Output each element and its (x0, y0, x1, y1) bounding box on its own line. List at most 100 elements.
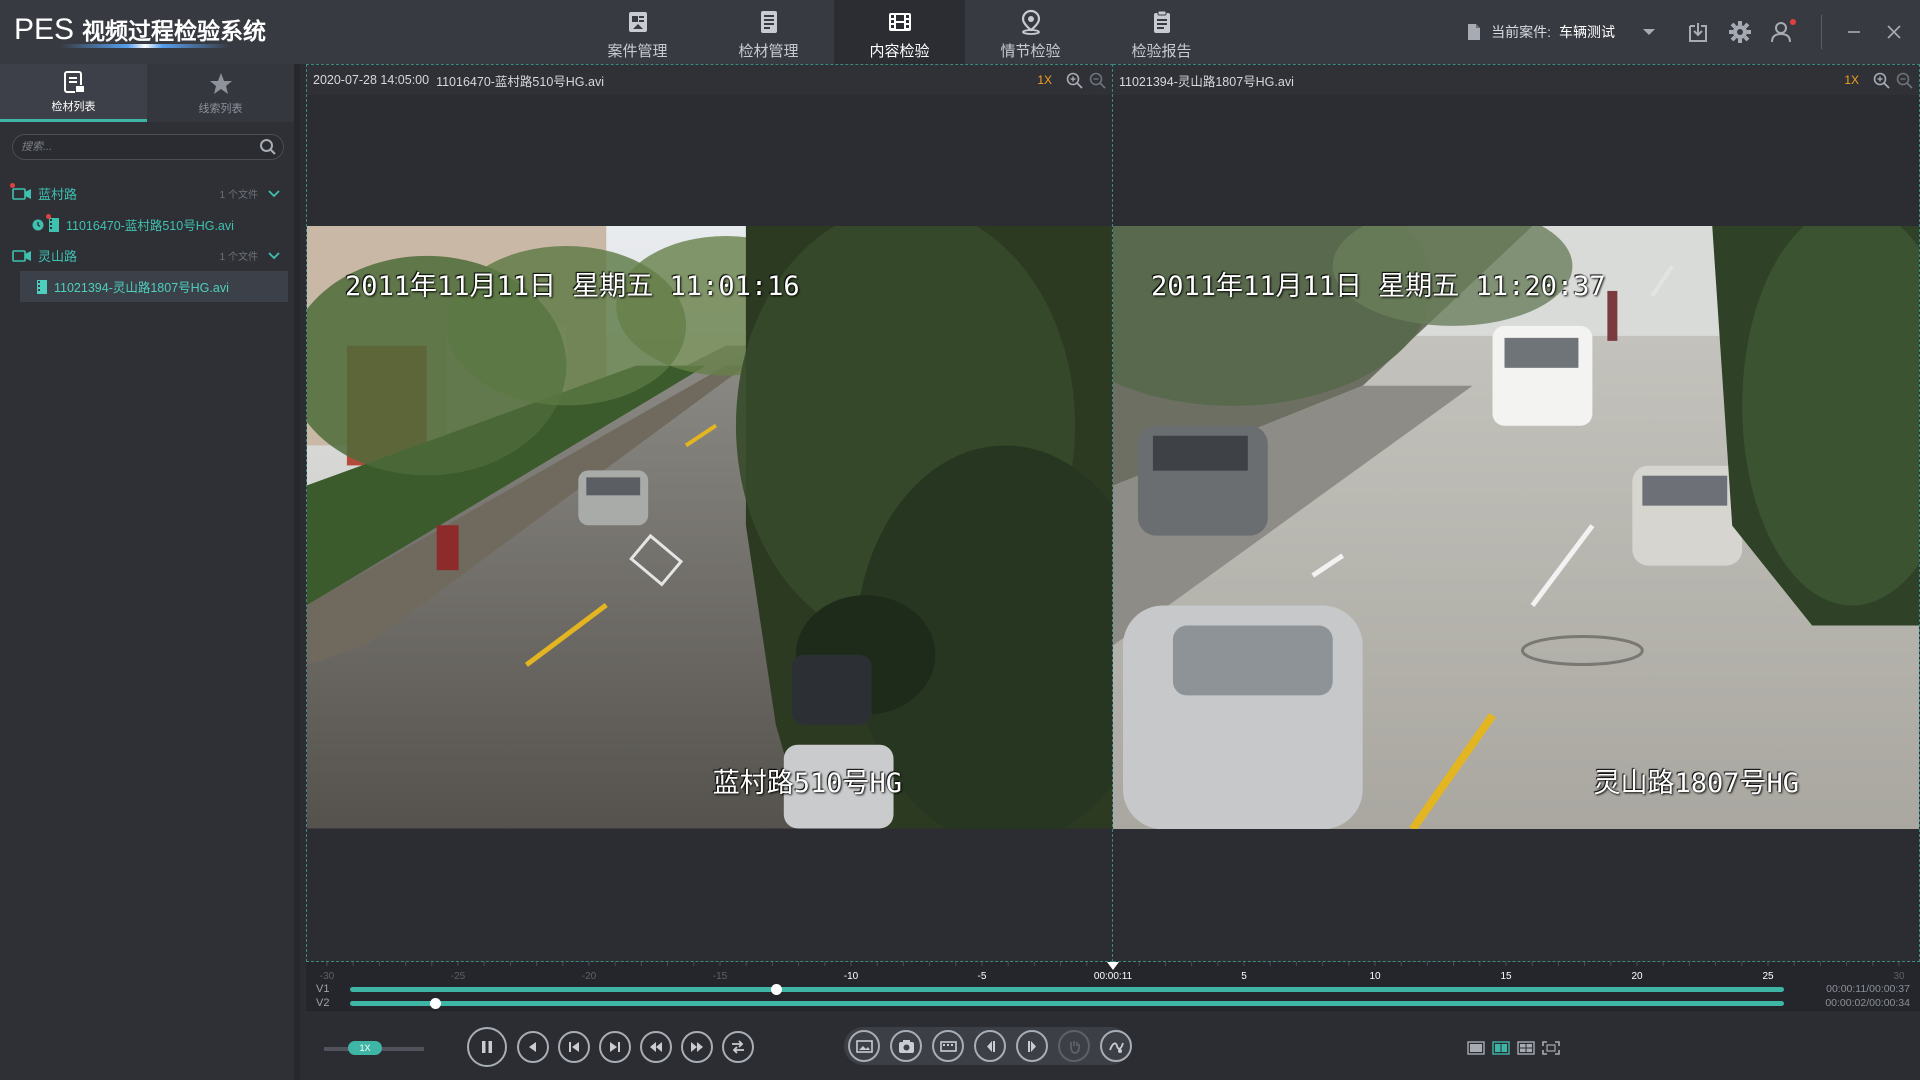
export-icon (1689, 23, 1707, 42)
tree-file-selected[interactable]: 11021394-灵山路1807号HG.avi (20, 271, 288, 302)
chevron-down-icon[interactable] (268, 189, 280, 198)
close-icon (1887, 25, 1901, 39)
group-count: 1 个文件 (219, 252, 258, 263)
minimize-icon (1848, 31, 1860, 33)
video-pane-left[interactable]: 2020-07-28 14:05:00 11016470-蓝村路510号HG.a… (306, 64, 1113, 962)
location-icon (1021, 9, 1040, 35)
gear-icon (1729, 21, 1751, 43)
group-name: 灵山路 (38, 249, 78, 264)
zoom-level: 1X (1037, 73, 1052, 87)
tree-file[interactable]: 11016470-蓝村路510号HG.avi (0, 209, 294, 240)
fast-forward-icon (691, 1042, 703, 1052)
layout-single-button[interactable] (1467, 1041, 1485, 1055)
timeline-ruler[interactable]: -30 -25 -20 -15 -10 -5 00:00:11 5 10 15 20 25 30 (306, 962, 1920, 982)
main-nav: 案件管理 检材管理 内容检验 情节检验 检验报告 (572, 0, 1227, 64)
clip-button[interactable] (932, 1030, 964, 1062)
zoom-in-icon[interactable] (1873, 72, 1890, 89)
layout-double-button[interactable] (1492, 1041, 1510, 1055)
sidebar: 检材列表 线索列表 蓝村路 1 个文件 11016470-蓝村路510号HG.a… (0, 64, 300, 1080)
prev-frame-icon (569, 1042, 579, 1052)
image-icon (855, 1039, 873, 1053)
video-pane-right[interactable]: 11021394-灵山路1807号HG.avi 1X 2011年11月11日 星… (1113, 64, 1920, 962)
track-knob[interactable] (770, 983, 782, 995)
group-name: 蓝村路 (38, 187, 78, 202)
zoom-out-icon[interactable] (1896, 72, 1913, 89)
mark-out-button[interactable] (1016, 1030, 1048, 1062)
file-name: 11016470-蓝村路510号HG.avi (66, 219, 234, 233)
nav-label: 情节检验 (1000, 43, 1061, 60)
export-button[interactable] (1686, 20, 1710, 44)
track-v2-row: V2 00:00:02/00:00:34 (306, 996, 1920, 1010)
rewind-icon (650, 1042, 662, 1052)
case-icon (628, 12, 647, 32)
pane-title-bar: 11021394-灵山路1807号HG.avi 1X (1113, 65, 1919, 95)
snapshot-gallery-button[interactable] (848, 1030, 880, 1062)
nav-case-management[interactable]: 案件管理 (572, 0, 703, 64)
ruler-tick-label: -5 (977, 971, 987, 982)
user-button[interactable] (1770, 19, 1796, 44)
tree-group-lancun[interactable]: 蓝村路 1 个文件 (0, 178, 294, 209)
chevron-down-icon (1643, 29, 1655, 35)
chevron-down-icon[interactable] (268, 251, 280, 260)
track-bar[interactable] (350, 983, 1784, 995)
material-icon (760, 11, 777, 33)
zoom-out-icon[interactable] (1089, 72, 1106, 89)
prev-frame-button[interactable] (558, 1031, 590, 1063)
video-frame-right[interactable]: 2011年11月11日 星期五 11:20:37 灵山路1807号HG (1113, 226, 1919, 830)
clock-icon (32, 219, 44, 230)
nav-plot-inspection[interactable]: 情节检验 (965, 0, 1096, 64)
rewind-button[interactable] (640, 1031, 672, 1063)
nav-material-management[interactable]: 检材管理 (703, 0, 834, 64)
pane-title-bar: 2020-07-28 14:05:00 11016470-蓝村路510号HG.a… (307, 65, 1112, 95)
sidebar-tabs: 检材列表 线索列表 (0, 64, 294, 122)
minimize-button[interactable] (1834, 12, 1874, 52)
search-input[interactable] (21, 141, 259, 153)
mark-in-button[interactable] (974, 1030, 1006, 1062)
tab-material-list[interactable]: 检材列表 (0, 64, 147, 122)
screenshot-button[interactable] (890, 1030, 922, 1062)
close-button[interactable] (1874, 12, 1914, 52)
next-frame-button[interactable] (599, 1031, 631, 1063)
layout-quad-button[interactable] (1517, 1041, 1535, 1055)
nav-content-inspection[interactable]: 内容检验 (834, 0, 965, 64)
hand-tool-button[interactable] (1058, 1030, 1090, 1062)
track-name: V2 (316, 997, 330, 1009)
file-name: 11021394-灵山路1807号HG.avi (54, 281, 229, 295)
nav-label: 检材管理 (738, 43, 799, 60)
logo-glow (60, 44, 230, 48)
current-case: 当前案件: (1467, 22, 1551, 42)
track-name: V1 (316, 983, 330, 995)
ruler-tick-label: -20 (581, 971, 597, 982)
layout-quad-icon (1517, 1041, 1535, 1055)
ruler-tick-label: 15 (1500, 971, 1512, 982)
track-knob[interactable] (429, 997, 441, 1009)
nav-label: 检验报告 (1131, 43, 1192, 60)
pause-button[interactable] (467, 1027, 507, 1067)
track-bar[interactable] (350, 997, 1784, 1009)
tree-group-lingshan[interactable]: 灵山路 1 个文件 (0, 240, 294, 271)
track-time: 00:00:02/00:00:34 (1825, 997, 1910, 1009)
nav-inspection-report[interactable]: 检验报告 (1096, 0, 1227, 64)
osd-location: 蓝村路510号HG (712, 768, 902, 799)
camera-icon (12, 187, 31, 200)
speed-slider[interactable]: 1X (324, 1041, 424, 1055)
zoom-controls: 1X (1037, 72, 1106, 89)
sync-button[interactable] (722, 1031, 754, 1063)
fullscreen-button[interactable] (1542, 1041, 1560, 1055)
speed-value[interactable]: 1X (348, 1041, 382, 1055)
measure-tool-button[interactable] (1100, 1030, 1132, 1062)
case-select[interactable]: 车辆测试 (1559, 22, 1655, 42)
app-title: 视频过程检验系统 (82, 18, 267, 44)
video-frame-left[interactable]: 2011年11月11日 星期五 11:01:16 蓝村路510号HG (307, 226, 1112, 830)
ruler-tick-label: 30 (1893, 971, 1905, 982)
zoom-in-icon[interactable] (1066, 72, 1083, 89)
fast-forward-button[interactable] (681, 1031, 713, 1063)
search-icon[interactable] (259, 138, 277, 156)
star-icon (209, 72, 232, 94)
settings-button[interactable] (1728, 20, 1752, 44)
notification-dot (1790, 19, 1796, 25)
nav-label: 内容检验 (869, 43, 930, 60)
step-back-button[interactable] (517, 1031, 549, 1063)
search-box (12, 134, 284, 160)
tab-clue-list[interactable]: 线索列表 (147, 64, 294, 122)
